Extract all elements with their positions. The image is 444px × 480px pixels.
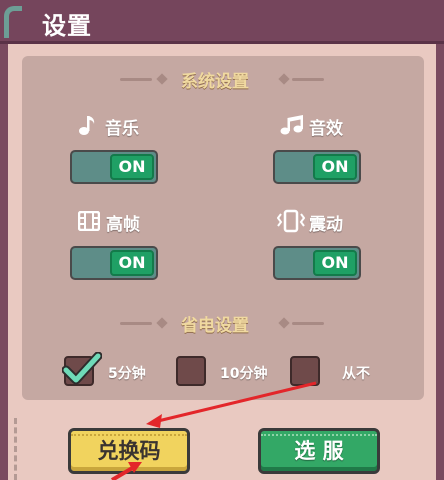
high-frame-toggle-state: ON bbox=[110, 250, 154, 276]
vibration-icon bbox=[277, 209, 305, 233]
checkmark-icon bbox=[62, 352, 102, 385]
vibration-toggle-state: ON bbox=[313, 250, 357, 276]
power-divider-right bbox=[292, 322, 324, 325]
power-divider-left bbox=[120, 322, 152, 325]
option-5min-label: 5分钟 bbox=[108, 366, 146, 382]
music-toggle[interactable]: ON bbox=[70, 150, 158, 184]
section-divider-right bbox=[292, 78, 324, 81]
redeem-code-button[interactable]: 兑换码 bbox=[68, 428, 190, 474]
sound-effect-toggle-state: ON bbox=[313, 154, 357, 180]
option-never-label: 从不 bbox=[342, 366, 370, 382]
music-label: 音乐 bbox=[105, 119, 139, 139]
vibration-label: 震动 bbox=[309, 215, 343, 235]
sound-effect-label: 音效 bbox=[309, 119, 343, 139]
dashed-divider bbox=[14, 418, 20, 480]
sound-effect-icon bbox=[280, 115, 303, 135]
music-note-icon bbox=[79, 116, 95, 135]
system-settings-title: 系统设置 bbox=[181, 72, 249, 92]
left-frame-border bbox=[0, 44, 8, 480]
button-stitch-decoration bbox=[261, 434, 377, 440]
button-stitch-decoration bbox=[71, 434, 187, 440]
high-frame-toggle[interactable]: ON bbox=[70, 246, 158, 280]
section-divider-left bbox=[120, 78, 152, 81]
redeem-code-label: 兑换码 bbox=[97, 439, 161, 463]
option-10min-checkbox[interactable] bbox=[176, 356, 206, 386]
right-frame-border bbox=[436, 44, 444, 480]
sound-effect-toggle[interactable]: ON bbox=[273, 150, 361, 184]
film-frame-icon bbox=[78, 211, 100, 231]
vibration-toggle[interactable]: ON bbox=[273, 246, 361, 280]
option-10min-label: 10分钟 bbox=[220, 366, 268, 382]
select-server-button[interactable]: 选 服 bbox=[258, 428, 380, 474]
select-server-label: 选 服 bbox=[294, 439, 344, 463]
power-settings-title: 省电设置 bbox=[181, 316, 249, 336]
option-never-checkbox[interactable] bbox=[290, 356, 320, 386]
title-bar: 设置 bbox=[0, 0, 444, 44]
page-title: 设置 bbox=[42, 12, 92, 40]
corner-hook-decoration bbox=[4, 6, 22, 38]
option-5min-checkbox[interactable] bbox=[62, 352, 102, 386]
high-frame-label: 高帧 bbox=[106, 215, 140, 235]
music-toggle-state: ON bbox=[110, 154, 154, 180]
